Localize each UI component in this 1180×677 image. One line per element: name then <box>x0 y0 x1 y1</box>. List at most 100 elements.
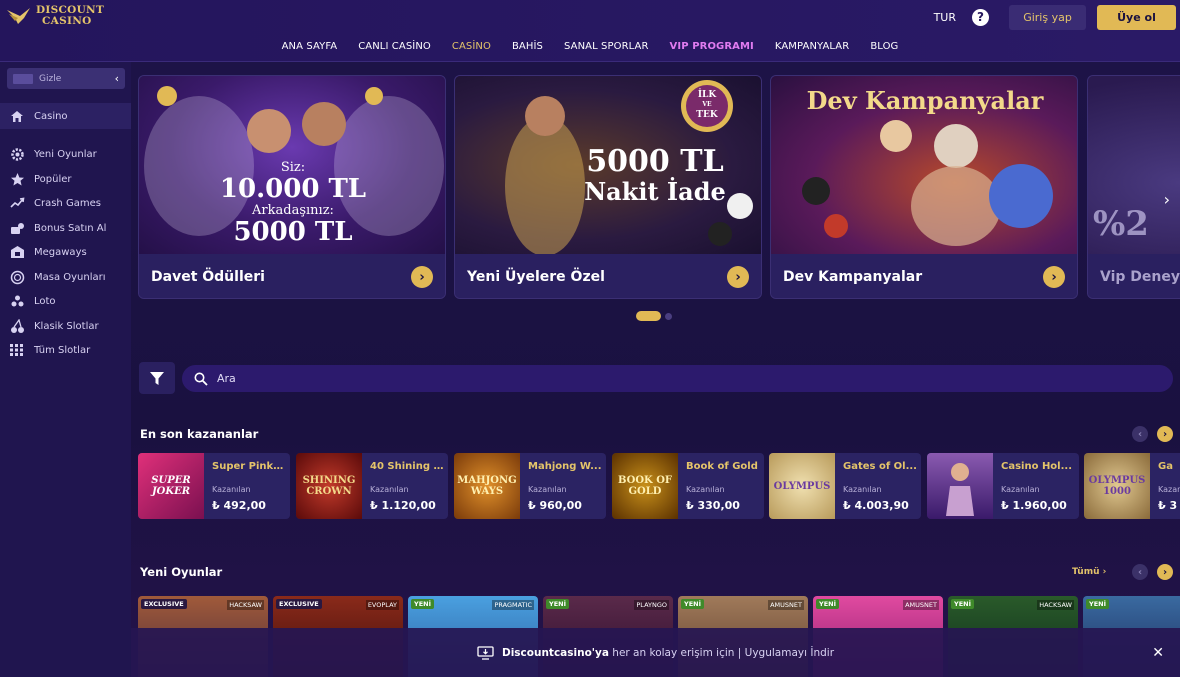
game-thumbnail: SUPER JOKER <box>138 453 204 519</box>
close-icon[interactable]: ✕ <box>1152 645 1164 661</box>
game-tag: YENİ <box>816 599 840 609</box>
winner-card[interactable]: OLYMPUS 1000 Ga Kazanılan ₺ 3 <box>1084 453 1180 519</box>
game-tag: YENİ <box>1086 599 1110 609</box>
sidebar-item-new-games[interactable]: Yeni Oyunlar <box>0 142 131 166</box>
sidebar-item-bonus-buy[interactable]: Bonus Satın Al <box>0 216 131 240</box>
winner-card[interactable]: SUPER JOKER Super Pink ... Kazanılan ₺ 4… <box>138 453 290 519</box>
language-selector[interactable]: TUR <box>934 11 956 24</box>
search-input[interactable] <box>217 372 1117 385</box>
search-icon <box>194 372 208 386</box>
winner-label: Kazanılan <box>1001 485 1040 494</box>
nav-casino[interactable]: CASİNO <box>441 41 501 52</box>
main-nav: ANA SAYFA CANLI CASİNO CASİNO BAHİS SANA… <box>0 41 1180 52</box>
help-icon[interactable]: ? <box>972 8 989 26</box>
logo-line2: CASINO <box>42 15 92 27</box>
game-thumbnail: SHINING CROWN <box>296 453 362 519</box>
bonus-icon <box>9 220 25 236</box>
register-button[interactable]: Üye ol <box>1097 4 1176 30</box>
promo-image: İLK VE TEK 5000 TL Nakit İade <box>455 76 761 254</box>
nav-betting[interactable]: BAHİS <box>501 41 553 52</box>
winner-game-name: Super Pink ... <box>212 461 286 472</box>
promo-image: Dev Kampanyalar <box>771 76 1077 254</box>
game-tag: YENİ <box>546 599 570 609</box>
sidebar-item-crash-games[interactable]: Crash Games <box>0 191 131 215</box>
main-content: Siz: 10.000 TL Arkadaşınız: 5000 TL Dave… <box>131 62 1180 677</box>
chevron-right-icon[interactable]: › <box>727 266 749 288</box>
promo-art-text: Dev Kampanyalar <box>806 86 1044 115</box>
game-thumbnail: OLYMPUS <box>769 453 835 519</box>
badge-text: İLK <box>697 90 717 100</box>
logo[interactable]: DISCOUNT CASINO <box>6 5 104 27</box>
header: DISCOUNT CASINO TUR ? Giriş yap Üye ol A… <box>0 0 1180 62</box>
game-provider: PRAGMATIC <box>492 600 534 610</box>
winner-card[interactable]: MAHJONG WAYS Mahjong W... Kazanılan ₺ 96… <box>454 453 606 519</box>
promo-art-text: 5000 TL <box>586 144 724 179</box>
logo-wing-icon <box>7 8 30 24</box>
monitor-download-icon <box>477 645 494 660</box>
game-tag: EXCLUSIVE <box>141 599 187 609</box>
sidebar-hide-button[interactable]: Gizle ‹ <box>7 68 125 89</box>
slider-dot[interactable] <box>665 312 672 320</box>
sidebar-item-label: Megaways <box>34 246 87 258</box>
sidebar-item-label: Tüm Slotlar <box>34 344 91 356</box>
chevron-right-icon[interactable]: › <box>411 266 433 288</box>
chevron-right-icon[interactable]: › <box>1043 266 1065 288</box>
game-tag: YENİ <box>411 599 435 609</box>
see-all-link[interactable]: Tümü › <box>1072 567 1106 577</box>
sidebar-item-label: Crash Games <box>34 197 101 209</box>
sidebar-item-megaways[interactable]: Megaways <box>0 240 131 264</box>
promo-card-new-members[interactable]: İLK VE TEK 5000 TL Nakit İade Yeni Üyele… <box>454 75 762 299</box>
sidebar-item-casino[interactable]: Casino <box>0 103 131 129</box>
promo-card-big-campaigns[interactable]: Dev Kampanyalar Dev Kampanyalar › <box>770 75 1078 299</box>
promo-title: Yeni Üyelere Özel <box>467 269 605 285</box>
download-app-link[interactable]: Uygulamayı İndir <box>745 647 834 659</box>
sidebar-item-popular[interactable]: Popüler <box>0 167 131 191</box>
sidebar-item-label: Masa Oyunları <box>34 271 106 283</box>
badge-text: TEK <box>696 110 718 120</box>
winner-amount: ₺ 492,00 <box>212 499 266 512</box>
nav-live-casino[interactable]: CANLI CASİNO <box>348 41 442 52</box>
winner-label: Kazanılan <box>686 485 725 494</box>
promo-image: Siz: 10.000 TL Arkadaşınız: 5000 TL <box>139 76 445 254</box>
promo-art-text: 10.000 TL <box>219 174 367 204</box>
game-thumbnail <box>927 453 993 519</box>
game-provider: AMUSNET <box>903 600 939 610</box>
filter-button[interactable] <box>139 362 175 394</box>
slider-next-icon[interactable]: › <box>1164 190 1170 209</box>
search-bar[interactable] <box>182 365 1173 392</box>
winner-label: Kazanılan <box>1158 485 1180 494</box>
new-games-next-icon[interactable]: › <box>1157 564 1173 580</box>
winner-card[interactable]: OLYMPUS Gates of Ol... Kazanılan ₺ 4.003… <box>769 453 921 519</box>
slider-dots <box>636 311 672 321</box>
winner-game-name: Gates of Ol... <box>843 461 917 472</box>
sidebar-item-label: Bonus Satın Al <box>34 222 107 234</box>
winner-card[interactable]: BOOK OF GOLD Book of Gold Kazanılan ₺ 33… <box>612 453 764 519</box>
game-tag: EXCLUSIVE <box>276 599 322 609</box>
winner-label: Kazanılan <box>528 485 567 494</box>
login-button[interactable]: Giriş yap <box>1009 4 1086 30</box>
sidebar-item-label: Klasik Slotlar <box>34 320 99 332</box>
new-games-prev-icon[interactable]: ‹ <box>1132 564 1148 580</box>
hide-label: Gizle <box>39 73 62 84</box>
sidebar-item-classic-slots[interactable]: Klasik Slotlar <box>0 314 131 338</box>
nav-home[interactable]: ANA SAYFA <box>271 41 348 52</box>
nav-vip[interactable]: VIP PROGRAMI <box>659 41 764 52</box>
game-thumbnail: MAHJONG WAYS <box>454 453 520 519</box>
winner-card[interactable]: SHINING CROWN 40 Shining ... Kazanılan ₺… <box>296 453 448 519</box>
nav-virtual-sports[interactable]: SANAL SPORLAR <box>554 41 660 52</box>
nav-campaigns[interactable]: KAMPANYALAR <box>764 41 859 52</box>
home-icon <box>9 108 25 124</box>
filter-icon <box>150 371 164 385</box>
winner-card[interactable]: Casino Hol... Kazanılan ₺ 1.960,00 <box>927 453 1079 519</box>
winners-prev-icon[interactable]: ‹ <box>1132 426 1148 442</box>
nav-blog[interactable]: BLOG <box>860 41 909 52</box>
sidebar-item-all-slots[interactable]: Tüm Slotlar <box>0 338 131 362</box>
promo-card-referral[interactable]: Siz: 10.000 TL Arkadaşınız: 5000 TL Dave… <box>138 75 446 299</box>
promo-card-vip[interactable]: %2 Vip Deneyi <box>1087 75 1180 299</box>
sidebar-item-table-games[interactable]: Masa Oyunları <box>0 265 131 289</box>
sidebar-item-lotto[interactable]: Loto <box>0 289 131 313</box>
game-provider: HACKSAW <box>1037 600 1074 610</box>
winners-next-icon[interactable]: › <box>1157 426 1173 442</box>
slider-dot-active[interactable] <box>636 311 661 321</box>
sidebar-item-label: Casino <box>34 110 68 122</box>
